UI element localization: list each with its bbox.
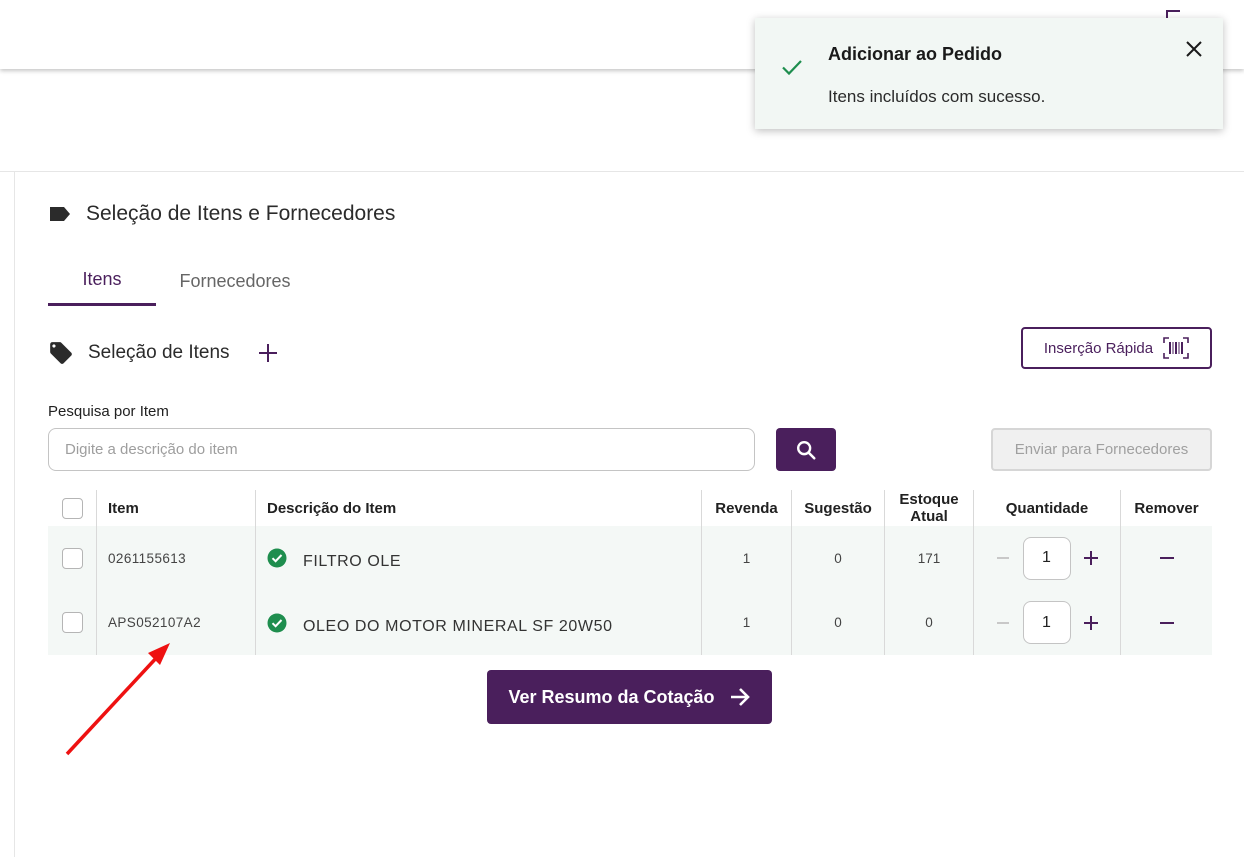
close-icon[interactable] [1185, 40, 1203, 58]
decrease-quantity-button[interactable] [996, 621, 1009, 624]
header-description: Descrição do Item [267, 499, 397, 517]
item-code: APS052107A2 [108, 615, 201, 630]
decrease-quantity-button[interactable] [996, 557, 1009, 559]
item-description: FILTRO OLE [303, 553, 402, 570]
header-stock-cell: Estoque Atual [884, 490, 973, 526]
resale-value: 1 [742, 550, 751, 566]
header-suggestion-cell: Sugestão [791, 490, 884, 526]
quick-insert-label: Inserção Rápida [1043, 339, 1154, 357]
row-select-cell [48, 526, 96, 590]
remove-cell [1120, 590, 1212, 655]
toast-title: Adicionar ao Pedido [828, 44, 1003, 64]
row-checkbox[interactable] [61, 612, 83, 633]
item-description: OLEO DO MOTOR MINERAL SF 20W50 [303, 617, 613, 635]
resale-value: 1 [742, 615, 751, 630]
stock-cell: 171 [884, 526, 973, 590]
header-resale-cell: Revenda [701, 490, 791, 526]
add-item-button[interactable] [256, 341, 280, 365]
header-remove-cell: Remover [1120, 490, 1212, 526]
view-quote-summary-button[interactable]: Ver Resumo da Cotação [487, 670, 772, 724]
send-to-suppliers-button[interactable]: Enviar para Fornecedores [991, 428, 1212, 471]
divider [0, 171, 1244, 172]
stock-value: 171 [917, 550, 941, 566]
remove-item-button[interactable] [1159, 621, 1174, 624]
search-icon [797, 440, 816, 460]
barcode-icon [1163, 337, 1189, 359]
suggestion-value: 0 [834, 550, 842, 566]
remove-item-button[interactable] [1159, 557, 1174, 559]
stock-cell: 0 [884, 590, 973, 655]
search-button[interactable] [776, 428, 836, 471]
item-description-cell: OLEO DO MOTOR MINERAL SF 20W50 [255, 590, 701, 655]
header-stock: Estoque Atual [899, 491, 959, 525]
item-code-cell: 0261155613 [96, 526, 255, 590]
tab-itens[interactable]: Itens [48, 256, 156, 306]
section-header: Seleção de Itens e Fornecedores [48, 202, 395, 226]
header-description-cell: Descrição do Item [255, 490, 701, 526]
tab-fornecedores[interactable]: Fornecedores [156, 256, 314, 306]
table-header: Item Descrição do Item Revenda Sugestão … [48, 490, 1212, 526]
search-input[interactable] [48, 428, 755, 471]
stock-value: 0 [925, 615, 933, 630]
increase-quantity-button[interactable] [1083, 551, 1098, 565]
annotation-arrow-icon [65, 643, 170, 756]
quantity-cell: 1 [973, 590, 1120, 655]
header-quantity: Quantidade [1005, 499, 1089, 517]
items-section-title: Seleção de Itens [88, 342, 230, 363]
row-checkbox[interactable] [61, 547, 83, 569]
quantity-input[interactable]: 1 [1022, 601, 1071, 644]
remove-cell [1120, 526, 1212, 590]
tabs: Itens Fornecedores [48, 256, 314, 306]
section-title: Seleção de Itens e Fornecedores [86, 202, 396, 225]
resale-cell: 1 [701, 526, 791, 590]
header-suggestion: Sugestão [804, 499, 872, 517]
header-item-cell: Item [96, 490, 255, 526]
content-left-border [14, 172, 15, 857]
check-circle-icon [267, 613, 287, 632]
check-circle-icon [267, 548, 287, 568]
suggestion-cell: 0 [791, 590, 884, 655]
quick-insert-button[interactable]: Inserção Rápida [1021, 327, 1212, 369]
quantity-input[interactable]: 1 [1022, 536, 1071, 580]
header-select-cell [48, 490, 96, 526]
header-quantity-cell: Quantidade [973, 490, 1120, 526]
search-label: Pesquisa por Item [48, 403, 169, 420]
header-resale: Revenda [715, 499, 778, 517]
quantity-cell: 1 [973, 526, 1120, 590]
label-icon [50, 207, 70, 221]
item-code: 0261155613 [108, 550, 187, 566]
select-all-checkbox[interactable] [61, 497, 83, 519]
table-row: APS052107A2 OLEO DO MOTOR MINERAL SF 20W… [48, 590, 1212, 655]
suggestion-cell: 0 [791, 526, 884, 590]
quantity-stepper: 1 [996, 536, 1098, 580]
items-table: Item Descrição do Item Revenda Sugestão … [48, 490, 1212, 655]
arrow-right-icon [730, 688, 750, 706]
quantity-stepper: 1 [996, 601, 1098, 644]
table-row: 0261155613 FILTRO OLE 1 0 171 1 [48, 526, 1212, 590]
view-quote-summary-label: Ver Resumo da Cotação [508, 686, 715, 707]
resale-cell: 1 [701, 590, 791, 655]
check-icon [782, 60, 802, 76]
suggestion-value: 0 [834, 615, 842, 630]
items-section-header: Seleção de Itens [48, 340, 280, 366]
header-item: Item [108, 499, 139, 517]
tag-icon [50, 342, 72, 364]
toast-message: Itens incluídos com sucesso. [828, 87, 1046, 106]
header-remove: Remover [1134, 499, 1199, 517]
success-toast: Adicionar ao Pedido Itens incluídos com … [755, 18, 1223, 129]
item-description-cell: FILTRO OLE [255, 526, 701, 590]
increase-quantity-button[interactable] [1083, 615, 1098, 630]
